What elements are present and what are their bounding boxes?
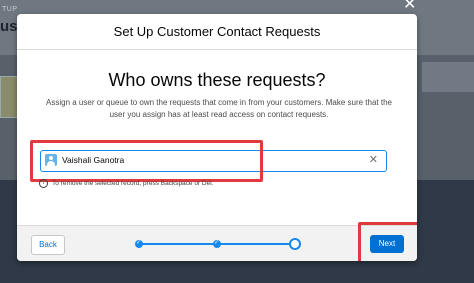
clear-selection-icon[interactable]: ✕ (369, 153, 378, 166)
question-heading: Who owns these requests? (108, 70, 326, 90)
highlight-box-owner (30, 140, 263, 182)
progress-step-2[interactable]: ✓ (213, 240, 221, 248)
setup-modal: Set Up Customer Contact Requests Who own… (17, 14, 417, 261)
progress-step-3[interactable] (289, 238, 301, 250)
back-button[interactable]: Back (31, 235, 65, 255)
modal-title: Set Up Customer Contact Requests (113, 24, 321, 39)
close-icon[interactable]: ✕ (403, 0, 416, 13)
info-icon: i (39, 179, 48, 188)
field-hint: i To remove the selected record, press B… (39, 179, 214, 188)
highlight-box-next (358, 222, 417, 261)
field-hint-text: To remove the selected record, press Bac… (52, 180, 214, 187)
progress-indicator: ✓ ✓ (135, 238, 301, 250)
modal-footer: Back ✓ ✓ Next (17, 225, 417, 261)
background-panel (422, 62, 474, 92)
background-setup-label: TUP (2, 6, 18, 13)
background-image (0, 76, 18, 118)
checkmark-icon: ✓ (214, 240, 220, 246)
description-text: Assign a user or queue to own the reques… (46, 98, 392, 119)
modal-header: Set Up Customer Contact Requests (17, 14, 417, 50)
checkmark-icon: ✓ (136, 240, 142, 246)
progress-step-1[interactable]: ✓ (135, 240, 143, 248)
